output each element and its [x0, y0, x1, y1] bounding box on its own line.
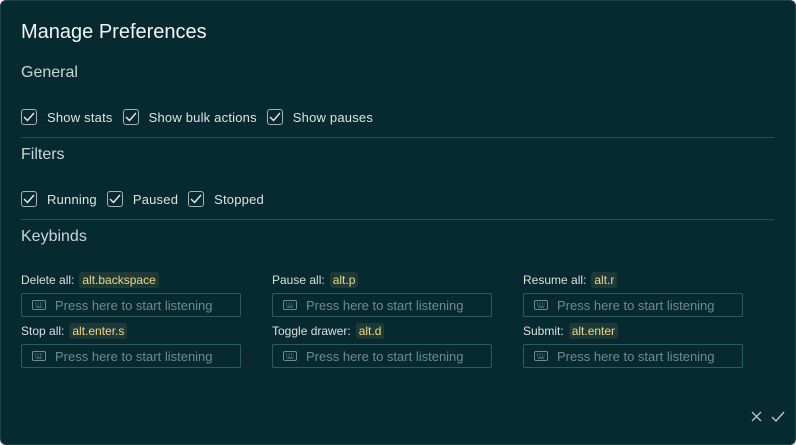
checkbox-label: Show bulk actions: [148, 109, 257, 125]
dialog-title: Manage Preferences: [21, 21, 207, 43]
keybind-input[interactable]: [523, 344, 743, 368]
check-icon: [771, 409, 785, 427]
checkbox-check-icon: [188, 191, 205, 207]
keybind-input[interactable]: [272, 293, 492, 317]
keybind-label: Submit:: [523, 324, 564, 338]
keybind-input-field[interactable]: [557, 348, 742, 364]
keybind-value: alt.p: [329, 272, 359, 288]
keybind-input-field[interactable]: [306, 297, 491, 313]
checkbox-label: Show stats: [47, 109, 113, 125]
checkbox-stopped[interactable]: Stopped: [188, 191, 264, 207]
keyboard-icon: [283, 300, 297, 310]
divider: [21, 219, 774, 220]
checkbox-label: Stopped: [214, 191, 264, 207]
keybind-value: alt.d: [355, 323, 385, 339]
keybind-submit: Submit: alt.enter: [523, 322, 745, 368]
keybind-resume-all: Resume all: alt.r: [523, 271, 745, 317]
keybind-input[interactable]: [272, 344, 492, 368]
checkbox-running[interactable]: Running: [21, 191, 97, 207]
keybind-input-field[interactable]: [306, 348, 491, 364]
keybind-label: Stop all:: [21, 324, 65, 338]
section-title-filters: Filters: [21, 146, 65, 163]
preferences-dialog: Manage Preferences General Show stats Sh…: [0, 0, 796, 445]
checkbox-show-pauses[interactable]: Show pauses: [266, 109, 374, 125]
checkbox-check-icon: [106, 191, 123, 207]
general-options: Show stats Show bulk actions Show pauses: [21, 107, 383, 127]
checkbox-check-icon: [266, 109, 283, 125]
checkbox-label: Running: [47, 191, 97, 207]
checkbox-check-icon: [21, 109, 37, 125]
keybind-input[interactable]: [21, 344, 241, 368]
keybind-value: alt.backspace: [79, 272, 159, 288]
keybind-input[interactable]: [21, 293, 241, 317]
keybind-toggle-drawer: Toggle drawer: alt.d: [272, 322, 494, 368]
checkbox-label: Show pauses: [292, 109, 374, 125]
keybind-input-field[interactable]: [55, 348, 240, 364]
checkbox-check-icon: [122, 109, 139, 125]
keybind-label: Resume all:: [523, 273, 587, 287]
keybind-stop-all: Stop all: alt.enter.s: [21, 322, 243, 368]
checkbox-label: Paused: [132, 191, 179, 207]
keybind-input-field[interactable]: [557, 297, 742, 313]
keyboard-icon: [534, 351, 548, 361]
keybind-delete-all: Delete all: alt.backspace: [21, 271, 243, 317]
keybind-input-field[interactable]: [55, 297, 240, 313]
checkbox-check-icon: [21, 191, 37, 207]
keybind-label: Delete all:: [21, 273, 75, 287]
keyboard-icon: [534, 300, 548, 310]
keybind-value: alt.enter.s: [69, 323, 128, 339]
keyboard-icon: [32, 300, 46, 310]
keybind-value: alt.r: [591, 272, 618, 288]
cancel-button[interactable]: [748, 410, 764, 426]
section-title-keybinds: Keybinds: [21, 228, 87, 245]
filter-options: Running Paused Stopped: [21, 189, 274, 209]
keybind-label: Pause all:: [272, 273, 325, 287]
keybind-input[interactable]: [523, 293, 743, 317]
keyboard-icon: [283, 351, 297, 361]
checkbox-paused[interactable]: Paused: [106, 191, 179, 207]
keybind-pause-all: Pause all: alt.p: [272, 271, 494, 317]
section-title-general: General: [21, 64, 78, 81]
keybind-label: Toggle drawer:: [272, 324, 351, 338]
checkbox-show-stats[interactable]: Show stats: [21, 109, 113, 125]
confirm-button[interactable]: [770, 410, 786, 426]
checkbox-show-bulk-actions[interactable]: Show bulk actions: [122, 109, 257, 125]
keybind-value: alt.enter: [568, 323, 619, 339]
divider: [21, 137, 774, 138]
keyboard-icon: [32, 351, 46, 361]
close-icon: [751, 409, 762, 427]
